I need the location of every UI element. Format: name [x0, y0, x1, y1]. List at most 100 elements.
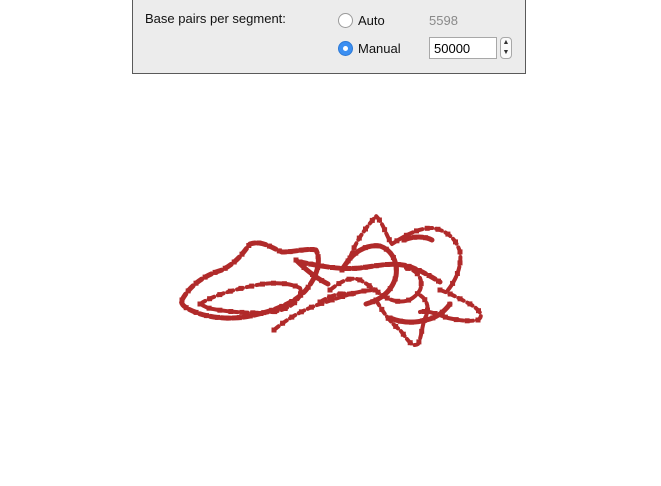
segment-bead: [193, 280, 199, 286]
segment-bead: [424, 225, 430, 231]
segment-bead: [319, 278, 325, 284]
segment-bead: [457, 260, 463, 266]
segment-bead: [422, 297, 428, 303]
segment-bead: [345, 258, 351, 264]
segment-bead: [212, 269, 218, 275]
segment-bead: [373, 297, 379, 303]
segment-bead: [457, 296, 463, 302]
segment-bead: [409, 319, 414, 325]
segment-bead: [387, 315, 393, 321]
segment-bead: [289, 314, 295, 320]
segment-bead: [336, 281, 342, 287]
segment-bead: [246, 243, 252, 248]
segment-bead: [393, 265, 399, 271]
segment-bead: [228, 309, 234, 314]
segment-bead: [298, 309, 304, 315]
segment-bead: [239, 309, 245, 315]
segment-bead: [236, 315, 242, 321]
segment-bead: [475, 317, 481, 323]
segment-bead: [337, 291, 343, 297]
segment-bead: [271, 327, 277, 333]
segment-bead: [392, 276, 398, 282]
segment-bead: [301, 265, 307, 270]
segment-bead: [298, 247, 304, 253]
segment-bead: [450, 280, 456, 286]
segment-bead: [423, 235, 429, 241]
segment-bead: [406, 297, 412, 303]
segment-bead: [414, 271, 420, 277]
segment-bead: [453, 239, 458, 245]
segment-bead: [292, 300, 298, 306]
segment-bead: [271, 280, 276, 286]
segment-bead: [366, 283, 372, 289]
segment-bead: [386, 237, 392, 243]
segment-bead: [373, 243, 379, 249]
segment-bead: [414, 291, 420, 297]
segment-bead: [256, 240, 262, 246]
segment-bead: [376, 217, 382, 223]
segment-bead: [454, 271, 460, 276]
segment-bead: [250, 310, 256, 316]
segment-bead: [445, 231, 451, 237]
segment-bead: [185, 288, 191, 294]
chromosome-3d-view[interactable]: [0, 0, 661, 486]
segment-bead: [430, 315, 436, 321]
segment-bead: [339, 267, 345, 273]
segment-bead: [405, 265, 411, 271]
segment-bead: [353, 250, 359, 256]
segment-bead: [419, 328, 425, 334]
segment-bead: [327, 287, 333, 293]
segment-bead: [351, 245, 357, 251]
segment-bead: [464, 318, 470, 324]
segment-bead: [193, 309, 199, 315]
segment-bead: [280, 320, 286, 326]
segment-bead: [425, 307, 430, 313]
segment-bead: [379, 293, 385, 299]
segment-bead: [293, 257, 299, 263]
segment-bead: [369, 217, 375, 223]
segment-bead: [407, 340, 413, 346]
segment-bead: [215, 314, 220, 320]
segment-bead: [393, 323, 399, 329]
segment-bead: [432, 311, 438, 316]
segment-bead: [207, 296, 213, 302]
segment-bead: [467, 301, 473, 307]
segment-bead: [436, 278, 441, 284]
segment-bead: [362, 264, 368, 270]
segment-bead: [260, 281, 265, 287]
segment-bead: [238, 285, 244, 291]
segment-bead: [183, 305, 189, 311]
segment-bead: [447, 301, 453, 307]
segment-bead: [227, 288, 233, 294]
segment-bead: [315, 254, 321, 260]
segment-bead: [394, 238, 400, 244]
segment-bead: [400, 331, 406, 337]
segment-bead: [327, 294, 333, 300]
segment-bead: [281, 281, 287, 287]
segment-bead: [179, 297, 185, 303]
segment-bead: [261, 310, 267, 316]
segment-bead: [476, 308, 481, 314]
segment-bead: [416, 339, 422, 345]
segment-bead: [298, 291, 303, 297]
segment-bead: [439, 309, 445, 315]
segment-bead: [412, 234, 418, 240]
segment-bead: [276, 248, 282, 254]
segment-bead: [308, 261, 314, 267]
segment-bead: [373, 263, 379, 269]
segment-bead: [249, 283, 255, 289]
segment-bead: [457, 249, 463, 255]
segment-bead: [379, 306, 385, 312]
segment-bead: [348, 291, 354, 297]
segment-bead: [310, 272, 315, 277]
segment-bead: [222, 265, 228, 271]
segment-bead: [305, 284, 311, 290]
segment-bead: [361, 288, 367, 294]
segment-bead: [356, 235, 362, 241]
segment-bead: [384, 295, 390, 301]
chromosome-strand: [179, 214, 483, 347]
segment-bead: [375, 289, 381, 295]
segment-bead: [419, 318, 425, 324]
segment-bead: [346, 276, 352, 282]
segment-bead: [287, 249, 293, 255]
